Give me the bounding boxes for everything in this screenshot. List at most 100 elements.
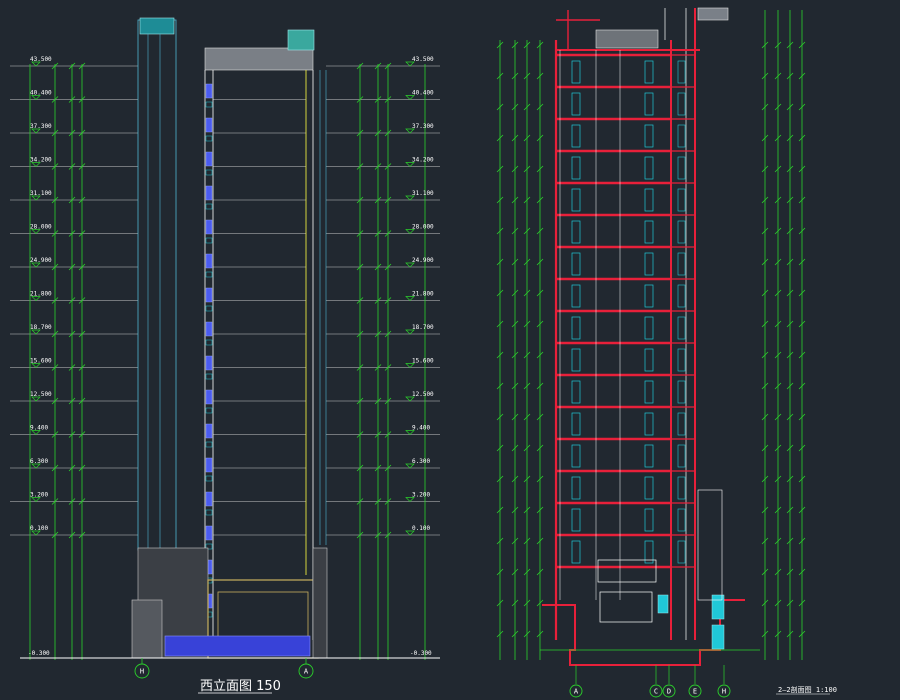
section-door [644,60,654,84]
elevation-podium [20,547,440,659]
section-door [644,412,654,436]
section-right-dimension-chain [764,10,803,660]
elevation-bottom-level-left: -0.300 [28,650,50,657]
level-label-right: 21.800 [412,291,434,298]
section-title: 2—2剖面图 1:100 [778,685,837,694]
level-label-left: 12.500 [30,391,52,398]
level-label-right: 43.500 [412,56,434,63]
stair-window [205,355,213,371]
section-door [571,540,581,564]
section-door [571,252,581,276]
level-label-left: 15.600 [30,358,52,365]
stair-window-sill [205,135,213,142]
section-door [571,380,581,404]
section-door [571,444,581,468]
section-shaft-opening [677,316,686,340]
stair-window [205,423,213,439]
section-door [571,220,581,244]
axis-label-h: H [140,668,144,676]
west-elevation: 43.500 40.400 37.300 34.200 31.100 28.000 24.9… [10,17,440,694]
section-shaft-opening [677,188,686,212]
section-shaft-opening [677,220,686,244]
stair-window-sill [205,509,213,516]
elevation-level-marks-left: 43.500 40.400 37.300 34.200 31.100 28.000 24.9… [30,56,86,539]
axis-label-a: A [574,688,579,696]
level-label-right: 18.700 [412,324,434,331]
section-door [571,60,581,84]
level-label-right: 28.000 [412,224,434,231]
stair-window-sill [205,237,213,244]
section-left-dimension-chain [499,40,541,660]
axis-label-e: E [693,688,697,696]
section-door [644,476,654,500]
stair-window [205,525,213,541]
section-door [644,316,654,340]
level-label-left: 0.100 [30,525,48,532]
elevation-stair-windows [205,83,213,618]
section-door [644,348,654,372]
section-door [571,348,581,372]
axis-label-c: C [654,688,658,696]
section-shaft-opening [677,412,686,436]
stair-window-sill [205,441,213,448]
section-shaft-opening [677,348,686,372]
stair-window-sill [205,305,213,312]
stair-window-sill [205,203,213,210]
section-door [644,188,654,212]
stair-window [205,117,213,133]
stair-window-sill [205,407,213,414]
section-door [571,156,581,180]
level-label-right: 0.100 [412,525,430,532]
section-axis-bubbles: ACDEH [569,665,731,698]
section-door [644,220,654,244]
stair-window-sill [205,169,213,176]
stair-window [205,185,213,201]
stair-window-sill [205,101,213,108]
stair-window-sill [205,475,213,482]
section-shaft-opening [677,124,686,148]
section-shaft-opening [677,92,686,116]
section-shaft-opening [677,540,686,564]
stair-window [205,491,213,507]
elevation-level-marks-right: 43.500 40.400 37.300 34.200 31.100 28.000 24.9… [356,56,434,539]
level-label-left: 43.500 [30,56,52,63]
axis-label-a: A [304,668,309,676]
stair-window [205,253,213,269]
section-floor-slabs [556,50,695,600]
section-door [571,412,581,436]
level-label-right: 24.900 [412,257,434,264]
section-door [644,380,654,404]
stair-window [205,83,213,99]
section-door [644,252,654,276]
level-label-right: 31.100 [412,190,434,197]
level-label-left: 34.200 [30,157,52,164]
section-shaft-opening [677,60,686,84]
section-door [571,92,581,116]
section-shaft-opening [677,284,686,308]
level-label-left: 31.100 [30,190,52,197]
section-door [571,316,581,340]
section-door [571,188,581,212]
stair-window [205,389,213,405]
section-door [644,508,654,532]
level-label-left: 24.900 [30,257,52,264]
axis-label-d: D [667,688,671,696]
section-dimension-ticks [496,41,806,638]
section-door [571,508,581,532]
stair-window [205,287,213,303]
section-shaft-opening [677,156,686,180]
section-door [571,476,581,500]
level-label-left: 37.300 [30,123,52,130]
level-label-right: 15.600 [412,358,434,365]
stair-window [205,151,213,167]
elevation-bottom-level-right: -0.300 [410,650,432,657]
level-label-right: 12.500 [412,391,434,398]
cad-drawing-canvas: 43.500 40.400 37.300 34.200 31.100 28.000 24.9… [10,7,837,698]
level-label-left: 9.400 [30,425,48,432]
level-label-right: 3.200 [412,492,430,499]
level-label-left: 6.300 [30,458,48,465]
elevation-axis-bubbles: H A [134,658,314,679]
stair-window-sill [205,373,213,380]
level-label-right: 40.400 [412,90,434,97]
section-door [644,156,654,180]
